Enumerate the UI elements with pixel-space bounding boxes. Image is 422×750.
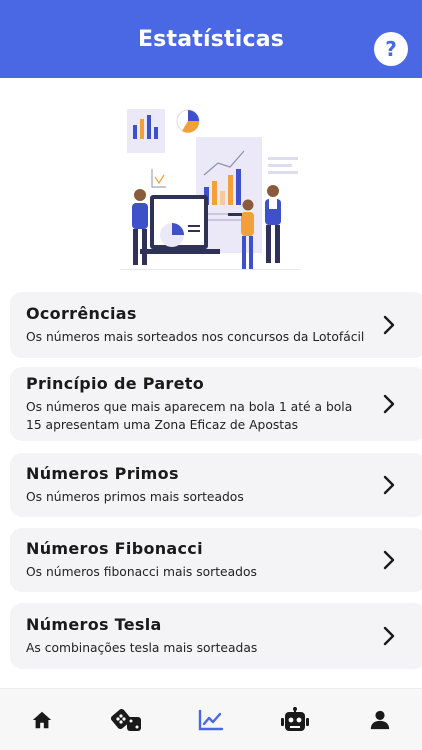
card-description: Os números primos mais sorteados: [26, 490, 244, 504]
card-ocorrencias[interactable]: Ocorrências Os números mais sorteados no…: [10, 292, 422, 358]
user-icon: [370, 710, 389, 729]
chevron-right-icon: [383, 550, 395, 570]
statistics-illustration: [120, 109, 300, 270]
card-title: Ocorrências: [26, 304, 137, 323]
nav-statistics[interactable]: [191, 700, 231, 740]
nav-home[interactable]: [22, 700, 62, 740]
card-title: Princípio de Pareto: [26, 374, 205, 393]
card-title: Números Tesla: [26, 615, 162, 634]
home-icon: [33, 711, 52, 728]
card-title: Números Fibonacci: [26, 539, 203, 558]
nav-profile[interactable]: [360, 700, 400, 740]
card-primos[interactable]: Números Primos Os números primos mais so…: [10, 453, 422, 517]
help-button[interactable]: ?: [374, 32, 408, 66]
chevron-right-icon: [383, 315, 395, 335]
nav-robot[interactable]: [275, 700, 315, 740]
chevron-right-icon: [383, 394, 395, 414]
card-pareto[interactable]: Princípio de Pareto Os números que mais …: [10, 367, 422, 441]
card-title: Números Primos: [26, 464, 179, 483]
card-description: Os números que mais aparecem na bola 1 a…: [26, 400, 353, 432]
dice-icon: [110, 708, 141, 731]
card-description: Os números fibonacci mais sorteados: [26, 565, 257, 579]
chevron-right-icon: [383, 626, 395, 646]
question-mark-icon: ?: [385, 37, 397, 61]
nav-games[interactable]: [107, 700, 147, 740]
card-description: As combinações tesla mais sorteadas: [26, 641, 258, 655]
chevron-right-icon: [383, 475, 395, 495]
bottom-navigation: [0, 688, 422, 750]
card-description: Os números mais sorteados nos concursos …: [26, 330, 365, 344]
chart-line-icon: [198, 709, 224, 730]
card-fibonacci[interactable]: Números Fibonacci Os números fibonacci m…: [10, 528, 422, 592]
page-title: Estatísticas: [137, 26, 285, 52]
robot-icon: [281, 706, 310, 731]
app-header: Estatísticas ?: [0, 0, 422, 78]
card-tesla[interactable]: Números Tesla As combinações tesla mais …: [10, 603, 422, 669]
